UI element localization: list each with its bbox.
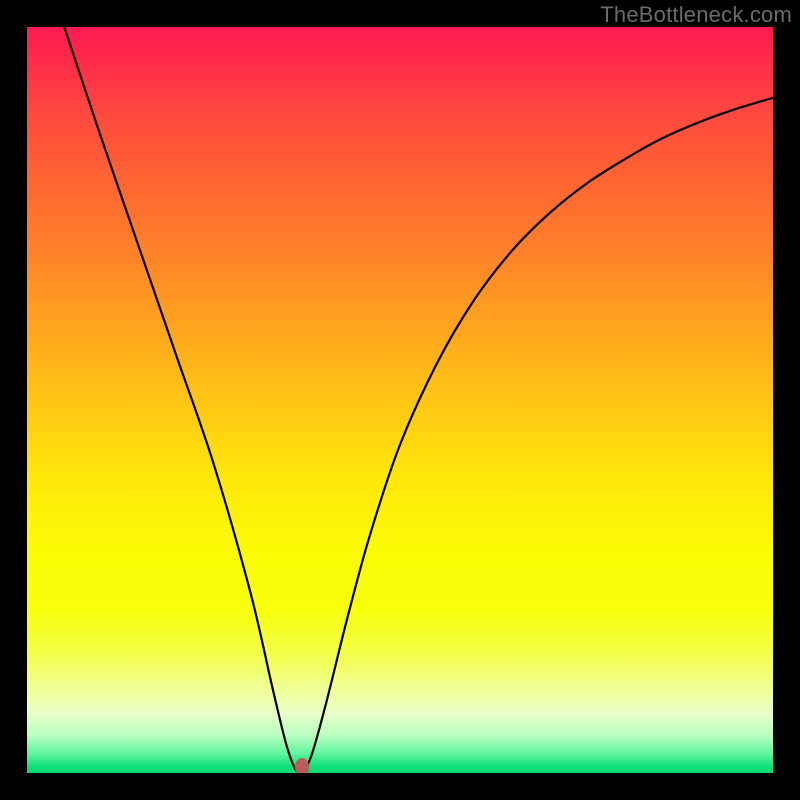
plot-area [27,27,773,773]
watermark-text: TheBottleneck.com [600,2,792,28]
bottleneck-curve [27,27,773,773]
chart-container: TheBottleneck.com [0,0,800,800]
minimum-marker [295,758,309,773]
